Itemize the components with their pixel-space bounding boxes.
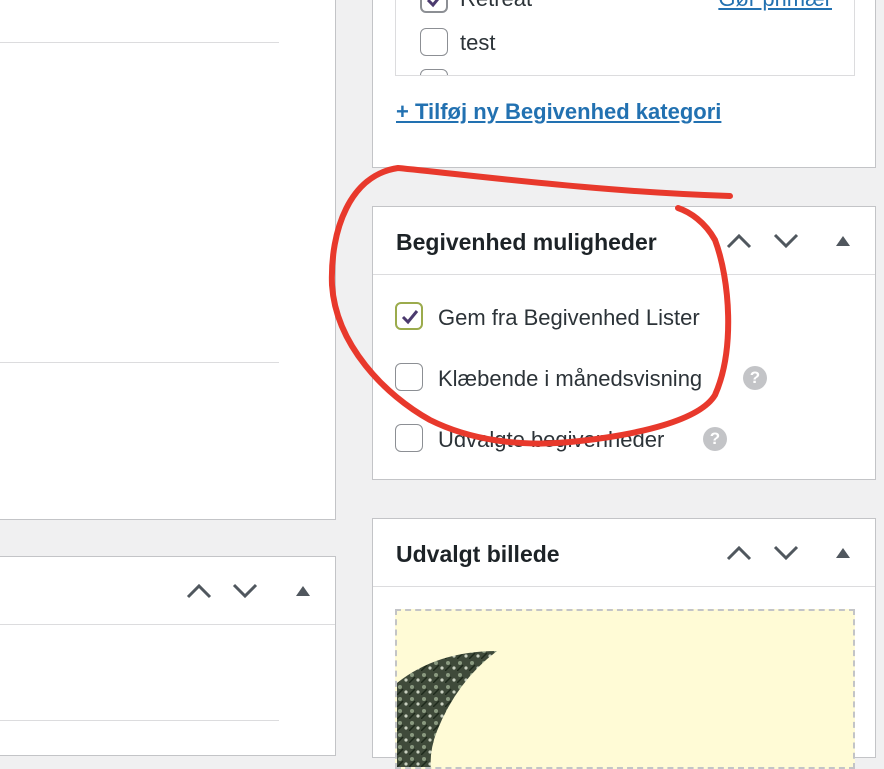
divider xyxy=(0,362,279,363)
option-label: Gem fra Begivenhed Lister xyxy=(438,305,700,330)
category-checkbox-test[interactable] xyxy=(420,28,448,56)
header-divider xyxy=(373,586,875,587)
hide-from-event-listings-checkbox[interactable] xyxy=(395,302,423,330)
left-editor-panel xyxy=(0,0,336,520)
featured-events-checkbox[interactable] xyxy=(395,424,423,452)
move-down-button[interactable] xyxy=(768,535,804,571)
chevron-up-icon xyxy=(726,545,752,561)
move-up-button[interactable] xyxy=(721,535,757,571)
featured-image-photo xyxy=(397,651,497,767)
featured-image-panel: Udvalgt billede xyxy=(372,518,876,769)
categories-list: Retreat Gør primær test xyxy=(395,0,855,76)
divider xyxy=(0,720,279,721)
help-icon[interactable]: ? xyxy=(703,427,727,451)
option-label: Udvalgte begivenheder xyxy=(438,427,665,452)
header-divider xyxy=(0,624,335,625)
checkmark-icon xyxy=(426,0,440,8)
chevron-up-icon xyxy=(186,583,212,599)
move-up-button[interactable] xyxy=(721,223,757,259)
chevron-down-icon xyxy=(773,545,799,561)
triangle-up-icon xyxy=(836,236,850,246)
panel-title: Begivenhed muligheder xyxy=(396,229,657,255)
categories-panel: Retreat Gør primær test + Tilføj ny Begi… xyxy=(372,0,876,168)
sticky-month-view-checkbox[interactable] xyxy=(395,363,423,391)
category-checkbox-retreat[interactable] xyxy=(420,0,448,13)
toggle-panel-button[interactable] xyxy=(285,573,321,609)
category-label: test xyxy=(460,30,496,55)
chevron-down-icon xyxy=(232,583,258,599)
event-options-panel: Begivenhed muligheder Gem fra Begivenhed… xyxy=(372,206,876,480)
panel-title: Udvalgt billede xyxy=(396,541,560,567)
toggle-panel-button[interactable] xyxy=(825,223,861,259)
divider xyxy=(0,42,279,43)
triangle-up-icon xyxy=(296,586,310,596)
help-icon[interactable]: ? xyxy=(743,366,767,390)
category-checkbox-hidden[interactable] xyxy=(420,69,448,75)
triangle-up-icon xyxy=(836,548,850,558)
move-up-button[interactable] xyxy=(181,573,217,609)
toggle-panel-button[interactable] xyxy=(825,535,861,571)
move-down-button[interactable] xyxy=(227,573,263,609)
category-label: Retreat xyxy=(460,0,532,12)
chevron-up-icon xyxy=(726,233,752,249)
featured-image[interactable] xyxy=(395,609,855,769)
move-down-button[interactable] xyxy=(768,223,804,259)
chevron-down-icon xyxy=(773,233,799,249)
make-primary-link[interactable]: Gør primær xyxy=(718,0,832,12)
add-category-link[interactable]: + Tilføj ny Begivenhed kategori xyxy=(396,99,721,125)
left-meta-box xyxy=(0,556,336,756)
option-label: Klæbende i månedsvisning xyxy=(438,366,703,391)
header-divider xyxy=(373,274,875,275)
checkmark-icon xyxy=(401,310,419,325)
